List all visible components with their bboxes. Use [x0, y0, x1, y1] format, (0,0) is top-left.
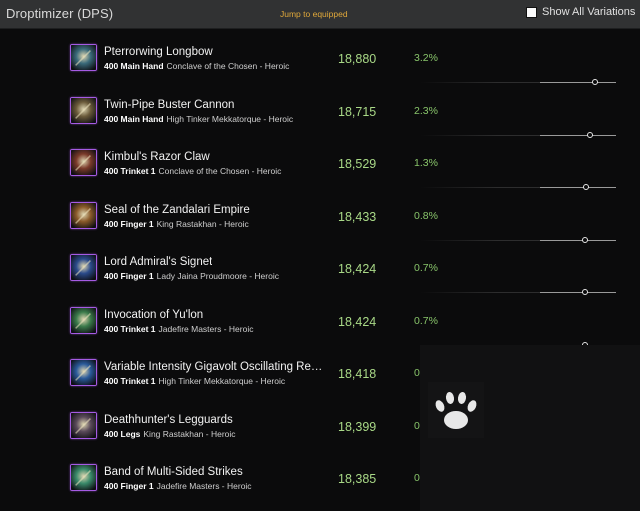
show-all-variations-toggle[interactable]: Show All Variations — [526, 6, 635, 18]
item-dps-value: 18,880 — [338, 52, 377, 66]
cannon-icon — [70, 96, 97, 124]
item-dps-value: 18,433 — [338, 209, 377, 224]
item-name[interactable]: Twin-Pipe Buster Cannon — [104, 99, 234, 111]
item-name[interactable]: Seal of the Zandalari Empire — [104, 204, 250, 216]
item-subtitle: 400 Trinket 1 Jadefire Masters - Heroic — [104, 324, 253, 334]
item-level-slot: 400 Trinket 1 — [104, 376, 156, 386]
item-row[interactable]: Invocation of Yu'lon 400 Trinket 1 Jadefir… — [0, 286, 640, 348]
item-dps-percent: 0.8% — [414, 209, 438, 222]
item-dps-value: 18,424 — [338, 262, 377, 276]
item-source: King Rastakhan - Heroic — [156, 218, 249, 229]
item-row[interactable]: Kimbul's Razor Claw 400 Trinket 1 Conclave… — [0, 128, 640, 190]
item-name[interactable]: Kimbul's Razor Claw — [104, 151, 210, 163]
item-name[interactable]: Variable Intensity Gigavolt Oscillating … — [104, 361, 324, 373]
item-source: Conclave of the Chosen - Heroic — [158, 166, 282, 176]
item-subtitle: 400 Legs King Rastakhan - Heroic — [104, 429, 236, 439]
item-dps-percent: 0.7% — [414, 262, 438, 274]
item-dps-percent: 3.2% — [414, 52, 438, 64]
item-row[interactable]: Pterrorwing Longbow 400 Main Hand Conclave… — [0, 23, 640, 85]
item-name[interactable]: Deathhunter's Legguards — [104, 414, 233, 426]
item-source: Jadefire Masters - Heroic — [156, 481, 252, 491]
item-row[interactable]: Twin-Pipe Buster Cannon 400 Main Hand High… — [0, 76, 640, 138]
item-level-slot: 400 Main Hand — [104, 113, 164, 124]
lightning-icon — [70, 359, 97, 386]
bow-icon — [70, 44, 97, 71]
item-source: High Tinker Mekkatorque - Heroic — [158, 376, 286, 386]
item-subtitle: 400 Main Hand High Tinker Mekkatorque - H… — [104, 114, 293, 124]
signet-icon — [70, 254, 97, 281]
item-dps-value: 18,529 — [338, 157, 377, 171]
item-name[interactable]: Pterrorwing Longbow — [104, 46, 213, 58]
item-subtitle: 400 Finger 1 Lady Jaina Proudmoore - Hero… — [104, 271, 279, 281]
item-source: King Rastakhan - Heroic — [143, 428, 236, 439]
item-row[interactable]: Lord Admiral's Signet 400 Finger 1 Lady Ja… — [0, 233, 640, 295]
item-name[interactable]: Band of Multi-Sided Strikes — [104, 466, 243, 478]
item-level-slot: 400 Finger 1 — [104, 271, 154, 281]
item-dps-value: 18,399 — [338, 419, 377, 434]
item-subtitle: 400 Trinket 1 High Tinker Mekkatorque - H… — [104, 376, 285, 386]
item-subtitle: 400 Main Hand Conclave of the Chosen - He… — [104, 61, 289, 71]
item-dps-percent: 1.3% — [414, 157, 438, 169]
item-subtitle: 400 Finger 1 King Rastakhan - Heroic — [104, 219, 249, 229]
legguards-icon — [70, 411, 97, 439]
show-all-variations-label: Show All Variations — [542, 6, 636, 18]
item-level-slot: 400 Legs — [104, 428, 141, 439]
item-dps-value: 18,715 — [338, 104, 377, 119]
band-icon — [70, 464, 97, 491]
item-source: Jadefire Masters - Heroic — [158, 323, 254, 334]
item-level-slot: 400 Finger 1 — [104, 218, 154, 229]
item-level-slot: 400 Trinket 1 — [104, 323, 156, 334]
item-level-slot: 400 Trinket 1 — [104, 166, 156, 176]
show-all-variations-checkbox[interactable] — [526, 6, 537, 18]
item-level-slot: 400 Finger 1 — [104, 481, 154, 491]
paw-watermark-icon — [428, 382, 484, 438]
claw-icon — [70, 149, 97, 176]
item-dps-percent: 2.3% — [414, 104, 438, 117]
item-subtitle: 400 Trinket 1 Conclave of the Chosen - He… — [104, 166, 281, 176]
item-dps-value: 18,424 — [338, 314, 377, 329]
item-dps-percent: 0.7% — [414, 314, 438, 327]
item-dps-value: 18,385 — [338, 472, 377, 486]
serpent-icon — [70, 306, 97, 334]
item-dps-value: 18,418 — [338, 367, 377, 381]
page-title: Droptimizer (DPS) — [6, 6, 114, 21]
item-subtitle: 400 Finger 1 Jadefire Masters - Heroic — [104, 481, 252, 491]
item-name[interactable]: Lord Admiral's Signet — [104, 256, 212, 268]
item-source: Conclave of the Chosen - Heroic — [166, 61, 290, 71]
item-source: Lady Jaina Proudmoore - Heroic — [156, 271, 279, 281]
item-name[interactable]: Invocation of Yu'lon — [104, 309, 203, 321]
seal-icon — [70, 201, 97, 229]
item-row[interactable]: Seal of the Zandalari Empire 400 Finger 1… — [0, 181, 640, 243]
jump-to-equipped-link[interactable]: Jump to equipped — [280, 9, 348, 19]
item-level-slot: 400 Main Hand — [104, 61, 164, 71]
item-source: High Tinker Mekkatorque - Heroic — [166, 113, 294, 124]
